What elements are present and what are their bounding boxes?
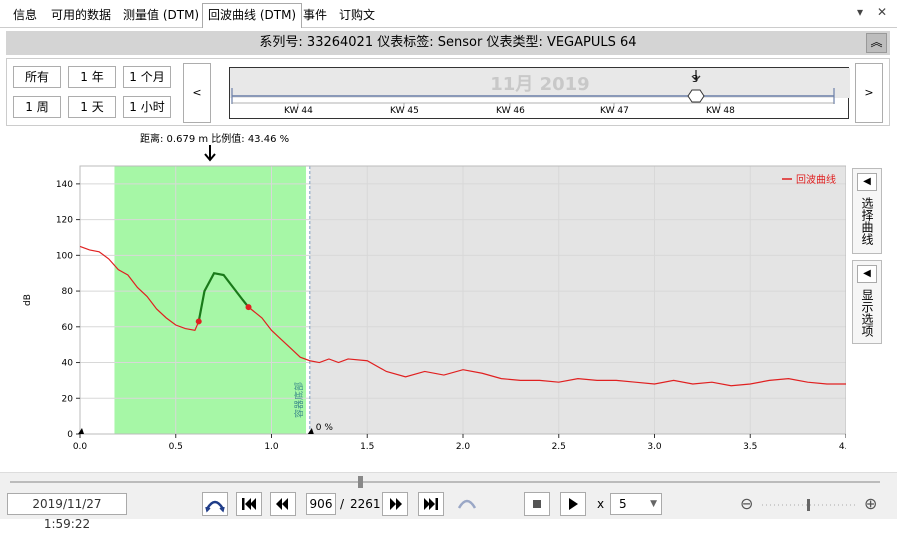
timeline[interactable]: 11月 2019 3 KW 44 KW 45 KW 46 KW 47 KW 48 bbox=[229, 67, 850, 119]
week-label: KW 48 bbox=[706, 106, 735, 116]
zoom-slider[interactable] bbox=[760, 497, 860, 513]
week-label: KW 47 bbox=[600, 106, 629, 116]
week-label: KW 45 bbox=[390, 106, 419, 116]
collapse-icon[interactable]: ︽ bbox=[866, 33, 887, 53]
measurement-arrow-icon bbox=[204, 145, 216, 162]
select-curve-tab[interactable]: ◀ 选择曲线 bbox=[852, 168, 882, 254]
zero-percent-label: 0 % bbox=[316, 423, 334, 433]
tab-events[interactable]: 事件 bbox=[298, 5, 332, 27]
x-tick-label: 1.5 bbox=[360, 442, 374, 452]
week-label: KW 46 bbox=[496, 106, 525, 116]
close-icon[interactable]: ✕ bbox=[877, 5, 887, 19]
tab-available-data[interactable]: 可用的数据 bbox=[46, 5, 116, 27]
y-tick-label: 0 bbox=[67, 430, 73, 440]
y-tick-label: 120 bbox=[56, 216, 73, 226]
frame-total: 2261 bbox=[350, 497, 381, 511]
y-tick-label: 80 bbox=[62, 287, 74, 297]
time-range-panel: 所有 1 年 1 个月 1 周 1 天 1 小时 < 11月 2019 3 KW… bbox=[6, 58, 890, 126]
x-tick-label: 2.0 bbox=[456, 442, 471, 452]
range-1day-button[interactable]: 1 天 bbox=[68, 96, 116, 118]
next-frame-icon[interactable] bbox=[382, 492, 408, 516]
range-1year-button[interactable]: 1 年 bbox=[68, 66, 116, 88]
current-datetime: 2019/11/27 1:59:22 bbox=[7, 493, 127, 531]
frame-separator: / bbox=[340, 497, 345, 511]
x-tick-label: 3.0 bbox=[647, 442, 662, 452]
timeline-track bbox=[231, 70, 835, 108]
first-frame-icon[interactable] bbox=[236, 492, 262, 516]
echo-end-point bbox=[245, 304, 252, 311]
echo-curve-plot[interactable]: 容器底部 0.0 0.5 1.0 1.5 2.0 2.5 3.0 3.5 4.0 0 20 40 60 80… bbox=[6, 128, 846, 468]
previous-frame-icon[interactable] bbox=[270, 492, 296, 516]
last-frame-icon[interactable] bbox=[418, 492, 444, 516]
swap-curves-icon[interactable] bbox=[202, 492, 228, 516]
echo-start-point bbox=[195, 318, 202, 325]
measurement-label: 距离: 0.679 m 比例值: 43.46 % bbox=[140, 134, 290, 145]
swap-curves-disabled-icon[interactable] bbox=[454, 492, 480, 516]
tab-info[interactable]: 信息 bbox=[8, 5, 42, 27]
week-label: KW 44 bbox=[284, 106, 313, 116]
time-slider-track[interactable] bbox=[10, 481, 880, 483]
x-tick-label: 1.0 bbox=[264, 442, 279, 452]
x-tick-label: 3.5 bbox=[743, 442, 757, 452]
tab-order-text[interactable]: 订购文 bbox=[334, 5, 380, 27]
expand-icon[interactable]: ◀ bbox=[857, 173, 877, 191]
range-1week-button[interactable]: 1 周 bbox=[13, 96, 61, 118]
display-options-tab[interactable]: ◀ 显示选项 bbox=[852, 260, 882, 344]
chevron-down-icon: ▼ bbox=[650, 499, 657, 509]
speed-select[interactable]: 5 ▼ bbox=[610, 493, 662, 515]
range-1month-button[interactable]: 1 个月 bbox=[123, 66, 171, 88]
timeline-next-button[interactable]: > bbox=[855, 63, 883, 123]
timeline-prev-button[interactable]: < bbox=[183, 63, 211, 123]
device-info-text: 系列号: 33264021 仪表标签: Sensor 仪表类型: VEGAPUL… bbox=[259, 35, 637, 50]
timeline-marker-label: 3 bbox=[692, 74, 699, 85]
time-slider-thumb[interactable] bbox=[358, 476, 363, 488]
legend-label: 回波曲线 bbox=[796, 173, 836, 186]
tab-measured-values[interactable]: 测量值 (DTM) bbox=[118, 5, 204, 27]
measurement-window-region bbox=[114, 166, 306, 434]
x-tick-label: 2.5 bbox=[552, 442, 566, 452]
beyond-container-region bbox=[309, 166, 846, 434]
x-tick-label: 0.5 bbox=[169, 442, 183, 452]
range-all-button[interactable]: 所有 bbox=[13, 66, 61, 88]
zoom-in-icon[interactable]: ⊕ bbox=[864, 494, 877, 513]
container-bottom-label: 容器底部 bbox=[293, 382, 305, 418]
y-tick-label: 40 bbox=[62, 359, 74, 369]
y-tick-label: 140 bbox=[56, 180, 73, 190]
play-icon[interactable] bbox=[560, 492, 586, 516]
tab-bar: 信息 可用的数据 测量值 (DTM) 回波曲线 (DTM) 事件 订购文 ▾ ✕ bbox=[0, 0, 897, 28]
stop-icon[interactable] bbox=[524, 492, 550, 516]
range-1hour-button[interactable]: 1 小时 bbox=[123, 96, 171, 118]
frame-number-input[interactable]: 906 bbox=[306, 493, 336, 515]
x-tick-label: 4.0 bbox=[839, 442, 846, 452]
y-tick-label: 100 bbox=[56, 251, 73, 261]
speed-value: 5 bbox=[619, 497, 627, 511]
expand-icon[interactable]: ◀ bbox=[857, 265, 877, 283]
display-options-label: 显示选项 bbox=[860, 289, 874, 337]
echo-curve-chart: 容器底部 0.0 0.5 1.0 1.5 2.0 2.5 3.0 3.5 4.0 0 20 40 60 80… bbox=[6, 128, 890, 468]
y-tick-label: 20 bbox=[62, 394, 74, 404]
select-curve-label: 选择曲线 bbox=[860, 197, 874, 245]
x-tick-label: 0.0 bbox=[73, 442, 88, 452]
zoom-out-icon[interactable]: ⊖ bbox=[740, 494, 753, 513]
y-tick-label: 60 bbox=[62, 323, 74, 333]
playback-bar: 2019/11/27 1:59:22 906 / 2261 x 5 ▼ ⊖ ⊕ bbox=[0, 472, 897, 531]
dropdown-icon[interactable]: ▾ bbox=[857, 5, 863, 19]
device-info-header: 系列号: 33264021 仪表标签: Sensor 仪表类型: VEGAPUL… bbox=[6, 31, 890, 55]
speed-prefix: x bbox=[597, 497, 605, 511]
tab-echo-curve[interactable]: 回波曲线 (DTM) bbox=[202, 3, 303, 28]
y-axis-label: dB bbox=[23, 294, 33, 306]
